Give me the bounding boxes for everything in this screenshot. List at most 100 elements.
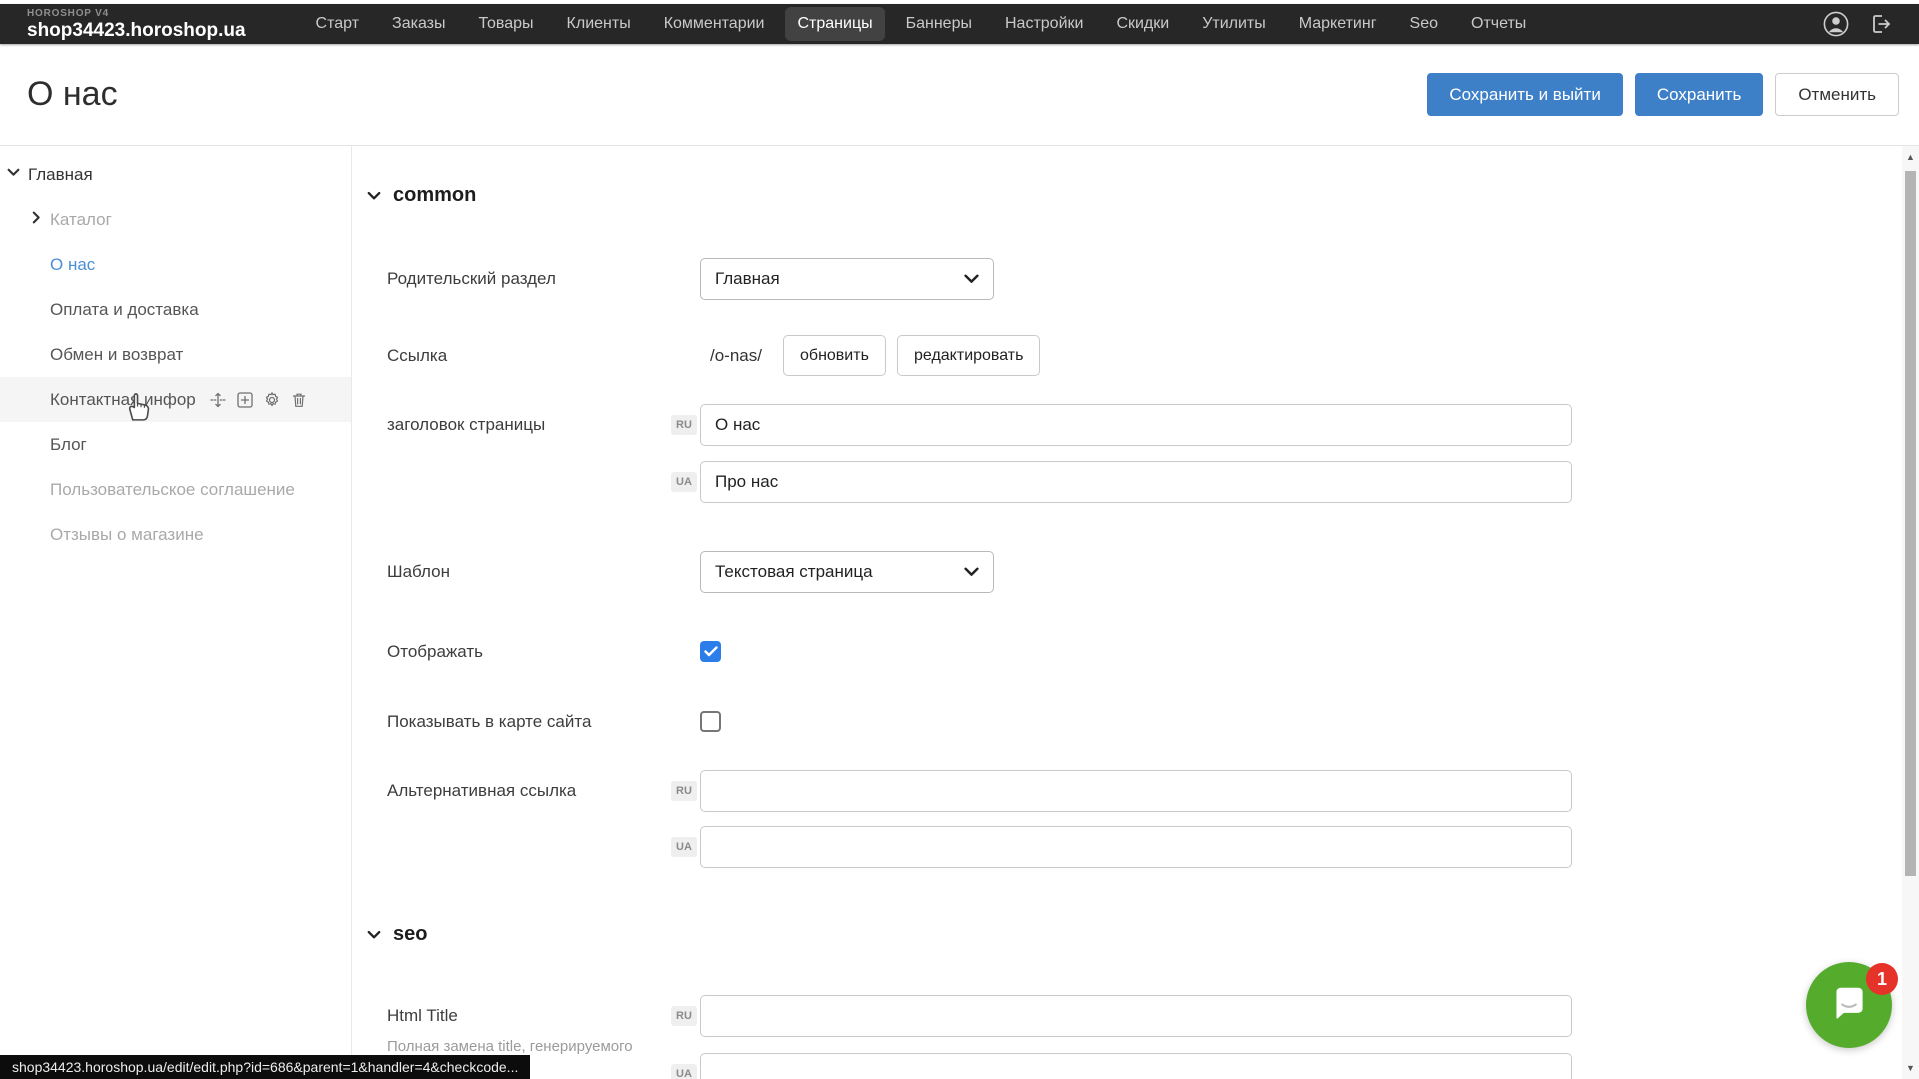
- lang-badge-ru: RU: [671, 1006, 697, 1026]
- edit-link-button[interactable]: редактировать: [897, 335, 1040, 376]
- brand-logo[interactable]: HOROSHOP V4 shop34423.horoshop.ua: [27, 9, 246, 40]
- nav-reports[interactable]: Отчеты: [1459, 7, 1538, 41]
- page-title-ru-input[interactable]: [700, 404, 1572, 446]
- chevron-down-icon: [367, 191, 381, 201]
- tree-item-label: Отзывы о магазине: [50, 525, 204, 545]
- section-seo-header[interactable]: seo: [367, 923, 427, 946]
- scrollbar-thumb[interactable]: [1905, 171, 1916, 876]
- sitemap-checkbox[interactable]: [700, 711, 721, 732]
- tree-item-label: О нас: [50, 255, 95, 275]
- tree-item-contact-info[interactable]: Контактная инфор: [0, 377, 351, 422]
- nav-orders[interactable]: Заказы: [380, 7, 457, 41]
- logout-icon[interactable]: [1869, 12, 1893, 36]
- chat-bubble-icon: [1826, 982, 1872, 1028]
- topbar-right-icons: [1823, 11, 1893, 37]
- tree-item-label: Контактная инфор: [50, 390, 196, 410]
- top-navbar: HOROSHOP V4 shop34423.horoshop.ua Старт …: [0, 4, 1919, 44]
- chevron-down-icon: [964, 567, 979, 577]
- brand-version-label: HOROSHOP V4: [27, 9, 246, 19]
- page-edit-form: common Родительский раздел Главная Ссылк…: [353, 146, 1902, 1079]
- save-button[interactable]: Сохранить: [1635, 73, 1763, 116]
- html-title-ua-input[interactable]: [700, 1053, 1572, 1079]
- nav-clients[interactable]: Клиенты: [555, 7, 643, 41]
- tree-item-label: Блог: [50, 435, 87, 455]
- app-window: HOROSHOP V4 shop34423.horoshop.ua Старт …: [0, 0, 1919, 1079]
- trash-icon[interactable]: [290, 391, 308, 409]
- tree-item-label: Обмен и возврат: [50, 345, 183, 365]
- selected-value: Текстовая страница: [715, 562, 873, 582]
- alt-link-ru-input[interactable]: [700, 770, 1572, 812]
- tree-item-catalog[interactable]: Каталог: [0, 197, 351, 242]
- tree-item-label: Главная: [28, 165, 93, 185]
- tree-item-blog[interactable]: Блог: [0, 422, 351, 467]
- save-and-exit-button[interactable]: Сохранить и выйти: [1427, 73, 1622, 116]
- nav-discounts[interactable]: Скидки: [1104, 7, 1181, 41]
- add-page-icon[interactable]: [236, 391, 254, 409]
- tree-item-user-agreement[interactable]: Пользовательское соглашение: [0, 467, 351, 512]
- vertical-scrollbar[interactable]: ▲ ▼: [1902, 146, 1919, 1079]
- nav-start[interactable]: Старт: [304, 7, 371, 41]
- tree-item-exchange-return[interactable]: Обмен и возврат: [0, 332, 351, 377]
- move-icon[interactable]: [209, 391, 227, 409]
- alt-link-ua-input[interactable]: [700, 826, 1572, 868]
- chevron-down-icon: [7, 168, 20, 177]
- field-label: Html Title: [387, 995, 458, 1037]
- section-title: common: [393, 184, 476, 207]
- html-title-ru-input[interactable]: [700, 995, 1572, 1037]
- tree-item-label: Пользовательское соглашение: [50, 480, 295, 500]
- account-icon[interactable]: [1823, 11, 1849, 37]
- chat-unread-badge: 1: [1866, 963, 1898, 995]
- update-link-button[interactable]: обновить: [783, 335, 886, 376]
- page-title-ua-input[interactable]: [700, 461, 1572, 503]
- nav-utilities[interactable]: Утилиты: [1190, 7, 1278, 41]
- chevron-right-icon: [32, 211, 41, 224]
- main-menu: Старт Заказы Товары Клиенты Комментарии …: [304, 7, 1539, 41]
- lang-badge-ru: RU: [671, 781, 697, 801]
- field-label: Ссылка: [387, 335, 447, 376]
- field-label: Шаблон: [387, 551, 450, 593]
- lang-badge-ua: UA: [671, 837, 697, 857]
- display-checkbox[interactable]: [700, 641, 721, 662]
- tree-item-home[interactable]: Главная: [0, 152, 351, 197]
- tree-item-actions: [209, 391, 308, 409]
- parent-section-select[interactable]: Главная: [700, 258, 994, 300]
- pages-tree-sidebar: Главная Каталог О нас Оплата и доставка …: [0, 146, 352, 1079]
- field-label: Родительский раздел: [387, 258, 556, 300]
- check-icon: [704, 646, 718, 657]
- brand-domain-label: shop34423.horoshop.ua: [27, 21, 246, 40]
- field-label: Отображать: [387, 641, 483, 662]
- nav-seo[interactable]: Seo: [1398, 7, 1450, 41]
- chat-widget-button[interactable]: 1: [1806, 962, 1892, 1048]
- selected-value: Главная: [715, 269, 780, 289]
- nav-pages[interactable]: Страницы: [785, 7, 884, 41]
- tree-item-payment-delivery[interactable]: Оплата и доставка: [0, 287, 351, 332]
- template-select[interactable]: Текстовая страница: [700, 551, 994, 593]
- page-header: О нас Сохранить и выйти Сохранить Отмени…: [0, 44, 1919, 146]
- field-label: Альтернативная ссылка: [387, 770, 576, 812]
- header-actions: Сохранить и выйти Сохранить Отменить: [1427, 73, 1899, 116]
- status-url-bar: shop34423.horoshop.ua/edit/edit.php?id=6…: [0, 1055, 530, 1079]
- gear-icon[interactable]: [263, 391, 281, 409]
- chevron-down-icon: [964, 274, 979, 284]
- nav-banners[interactable]: Баннеры: [894, 7, 984, 41]
- tree-item-store-reviews[interactable]: Отзывы о магазине: [0, 512, 351, 557]
- field-label: Показывать в карте сайта: [387, 711, 591, 732]
- section-common-header[interactable]: common: [367, 184, 476, 207]
- lang-badge-ua: UA: [671, 472, 697, 492]
- nav-comments[interactable]: Комментарии: [652, 7, 777, 41]
- chevron-down-icon: [367, 930, 381, 940]
- scroll-down-arrow-icon[interactable]: ▼: [1902, 1060, 1919, 1076]
- tree-item-label: Каталог: [50, 210, 112, 230]
- field-hint: Полная замена title, генерируемого: [387, 1038, 633, 1055]
- nav-products[interactable]: Товары: [467, 7, 546, 41]
- lang-badge-ru: RU: [671, 415, 697, 435]
- tree-item-about[interactable]: О нас: [0, 242, 351, 287]
- page-title: О нас: [27, 75, 118, 114]
- tree-item-label: Оплата и доставка: [50, 300, 199, 320]
- nav-settings[interactable]: Настройки: [993, 7, 1095, 41]
- cancel-button[interactable]: Отменить: [1775, 73, 1899, 116]
- section-title: seo: [393, 923, 427, 946]
- nav-marketing[interactable]: Маркетинг: [1287, 7, 1389, 41]
- scroll-up-arrow-icon[interactable]: ▲: [1902, 149, 1919, 165]
- lang-badge-ua: UA: [671, 1064, 697, 1079]
